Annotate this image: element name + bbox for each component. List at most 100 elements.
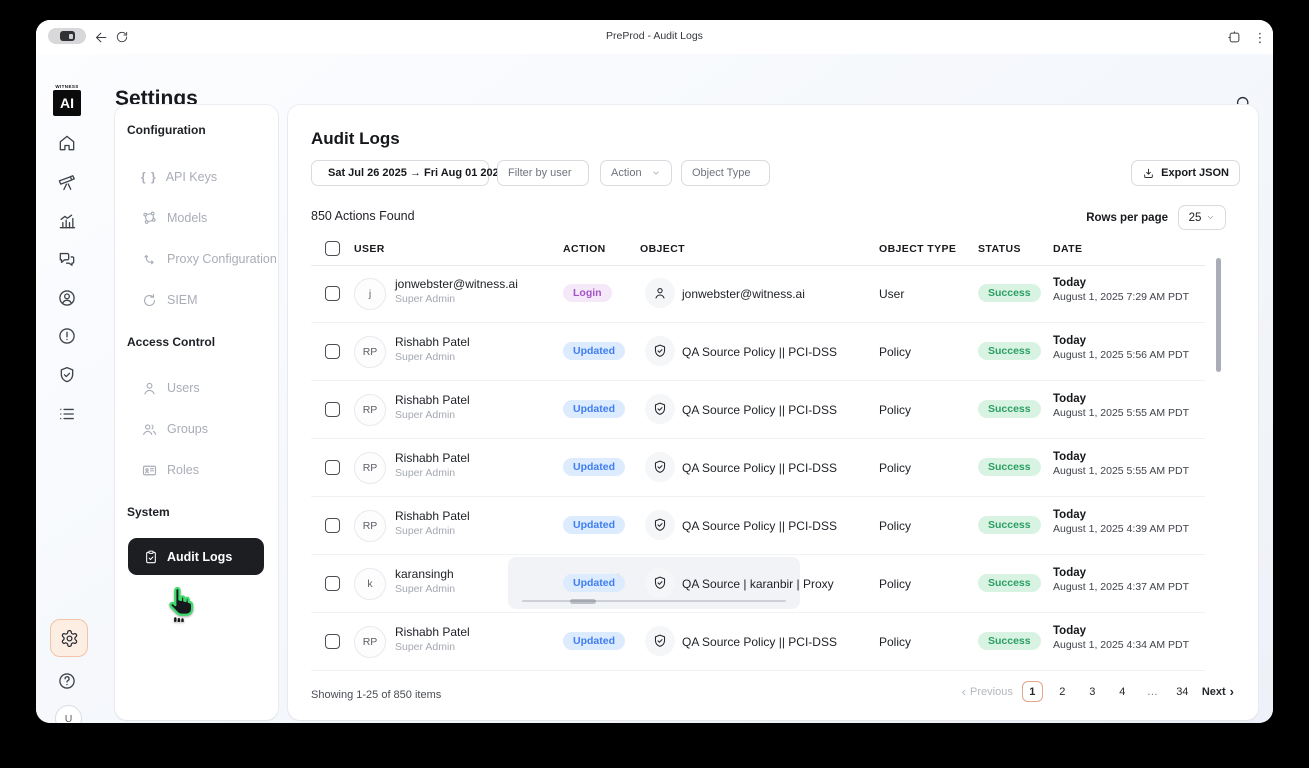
date-cell: Today August 1, 2025 4:37 AM PDT bbox=[1053, 567, 1189, 593]
action-badge: Updated bbox=[563, 632, 625, 650]
results-count: 850 Actions Found bbox=[311, 209, 415, 223]
page-button[interactable]: 2 bbox=[1052, 681, 1073, 702]
browser-window: PreProd - Audit Logs ⋮ WITNESS AI Settin… bbox=[36, 20, 1273, 723]
pagination: ‹ Previous 1 2 3 4… 34 Next › bbox=[962, 681, 1234, 702]
select-all-checkbox[interactable] bbox=[325, 241, 340, 256]
user-name: karansingh bbox=[395, 567, 454, 581]
user-avatar[interactable]: U bbox=[55, 705, 82, 723]
browser-tab-title: PreProd - Audit Logs bbox=[606, 30, 703, 42]
row-checkbox[interactable] bbox=[325, 460, 340, 475]
table-scrollbar-thumb[interactable] bbox=[1216, 258, 1221, 372]
avatar: RP bbox=[354, 452, 386, 484]
table-row[interactable]: ◀◀ RP Rishabh Patel Super Admin Updated … bbox=[311, 613, 1205, 671]
column-object: OBJECT bbox=[640, 243, 685, 255]
previous-page-button[interactable]: ‹ Previous bbox=[962, 685, 1013, 698]
date-range-button[interactable]: Sat Jul 26 2025 → Fri Aug 01 2025 bbox=[311, 160, 505, 186]
object-type: User bbox=[879, 287, 905, 301]
object-icon-wrap bbox=[645, 336, 675, 366]
network-icon bbox=[143, 211, 156, 224]
page-button[interactable]: 1 bbox=[1021, 681, 1043, 702]
action-badge: Updated bbox=[563, 458, 625, 476]
date-cell: Today August 1, 2025 5:55 AM PDT bbox=[1053, 451, 1189, 477]
avatar: RP bbox=[354, 394, 386, 426]
table-header: USER ACTION OBJECT OBJECT TYPE STATUS DA… bbox=[311, 241, 1205, 266]
user-circle-icon[interactable] bbox=[53, 284, 81, 312]
sidebar-item-proxy-configuration[interactable]: Proxy Configuration bbox=[141, 248, 277, 270]
page-button[interactable]: 3 bbox=[1082, 681, 1103, 702]
row-checkbox[interactable] bbox=[325, 286, 340, 301]
conversations-icon[interactable] bbox=[53, 245, 81, 273]
shield-check-icon bbox=[654, 344, 666, 357]
audit-logs-panel: Audit Logs Sat Jul 26 2025 → Fri Aug 01 … bbox=[288, 105, 1258, 720]
sidebar-item-siem[interactable]: SIEM bbox=[141, 289, 198, 311]
row-checkbox[interactable] bbox=[325, 344, 340, 359]
object-name: jonwebster@witness.ai bbox=[682, 287, 805, 301]
row-checkbox[interactable] bbox=[325, 402, 340, 417]
table-row[interactable]: ◀◀ k karansingh Super Admin Updated QA S… bbox=[311, 555, 1205, 613]
date-cell: Today August 1, 2025 4:39 AM PDT bbox=[1053, 509, 1189, 535]
table-row[interactable]: ◀◀ RP Rishabh Patel Super Admin Updated … bbox=[311, 497, 1205, 555]
user-role: Super Admin bbox=[395, 351, 456, 363]
shield-check-icon bbox=[654, 460, 666, 473]
section-label-access-control: Access Control bbox=[127, 335, 216, 349]
table-row[interactable]: ◀◀ RP Rishabh Patel Super Admin Updated … bbox=[311, 323, 1205, 381]
object-icon-wrap bbox=[645, 394, 675, 424]
object-type: Policy bbox=[879, 345, 912, 359]
settings-nav-panel: Configuration { } API Keys Models Proxy … bbox=[115, 105, 278, 720]
users-icon bbox=[143, 423, 157, 435]
table-row[interactable]: ◀◀ RP Rishabh Patel Super Admin Updated … bbox=[311, 439, 1205, 497]
split-arrow-icon bbox=[144, 254, 154, 264]
action-dropdown[interactable]: Action bbox=[600, 160, 672, 186]
object-type-dropdown[interactable]: Object Type bbox=[681, 160, 770, 186]
sidebar-item-api-keys[interactable]: { } API Keys bbox=[141, 166, 217, 188]
user-icon bbox=[655, 288, 665, 299]
row-checkbox[interactable] bbox=[325, 576, 340, 591]
object-name: QA Source | karanbir | Proxy bbox=[682, 577, 834, 591]
sidebar-item-models[interactable]: Models bbox=[141, 207, 207, 229]
page-button[interactable]: 34 bbox=[1172, 681, 1193, 702]
shield-check-icon[interactable] bbox=[53, 361, 81, 389]
date-cell: Today August 1, 2025 7:29 AM PDT bbox=[1053, 277, 1189, 303]
browser-menu-icon[interactable]: ⋮ bbox=[1250, 27, 1270, 47]
next-page-button[interactable]: Next › bbox=[1202, 685, 1234, 698]
object-type: Policy bbox=[879, 403, 912, 417]
download-icon bbox=[1144, 168, 1153, 178]
table-row[interactable]: ◀◀ RP Rishabh Patel Super Admin Updated … bbox=[311, 381, 1205, 439]
analytics-icon[interactable] bbox=[53, 207, 81, 235]
avatar: j bbox=[354, 278, 386, 310]
column-action: ACTION bbox=[563, 243, 606, 255]
sidebar-item-audit-logs[interactable]: Audit Logs bbox=[128, 538, 264, 575]
shield-check-icon bbox=[654, 402, 666, 415]
page-button[interactable]: 4 bbox=[1112, 681, 1133, 702]
telescope-icon[interactable] bbox=[53, 168, 81, 196]
avatar: RP bbox=[354, 336, 386, 368]
page-ellipsis: … bbox=[1142, 681, 1163, 702]
chevron-left-icon: ‹ bbox=[961, 684, 967, 699]
user-role: Super Admin bbox=[395, 467, 456, 479]
page-numbers: 1 2 3 4… 34 bbox=[1021, 681, 1193, 702]
rows-per-page-label: Rows per page bbox=[1086, 211, 1168, 224]
object-type: Policy bbox=[879, 577, 912, 591]
activity-list-icon[interactable] bbox=[53, 400, 81, 428]
rows-per-page-select[interactable]: 25 bbox=[1178, 205, 1226, 230]
app-canvas: WITNESS AI Settings U Configuration {} … bbox=[36, 54, 1273, 723]
settings-gear-button[interactable] bbox=[50, 619, 88, 657]
sidebar-item-users[interactable]: Users bbox=[141, 377, 200, 399]
table-row[interactable]: ◀◀ j jonwebster@witness.ai Super Admin L… bbox=[311, 265, 1205, 323]
export-json-button[interactable]: Export JSON bbox=[1131, 160, 1240, 186]
object-name: QA Source Policy || PCI-DSS bbox=[682, 519, 837, 533]
extensions-icon[interactable] bbox=[1224, 27, 1244, 47]
row-checkbox[interactable] bbox=[325, 634, 340, 649]
sidebar-item-groups[interactable]: Groups bbox=[141, 418, 208, 440]
action-badge: Updated bbox=[563, 342, 625, 360]
help-icon[interactable] bbox=[53, 667, 81, 695]
object-icon-wrap bbox=[645, 452, 675, 482]
row-checkbox[interactable] bbox=[325, 518, 340, 533]
object-icon-wrap bbox=[645, 510, 675, 540]
filter-by-user-dropdown[interactable]: Filter by user bbox=[497, 160, 589, 186]
alerts-icon[interactable] bbox=[53, 322, 81, 350]
home-icon[interactable] bbox=[53, 129, 81, 157]
user-name: Rishabh Patel bbox=[395, 451, 470, 465]
shield-check-icon bbox=[654, 576, 666, 589]
sidebar-item-roles[interactable]: Roles bbox=[141, 459, 199, 481]
